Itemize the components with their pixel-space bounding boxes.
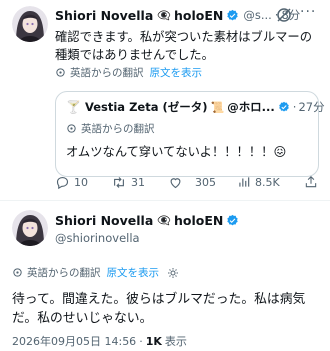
scroll-emoji: 📜	[210, 100, 225, 114]
translation-row: 英語からの翻訳 原文を表示	[12, 265, 179, 280]
quote-text: オムツなんて穿いてないよ！！！！！😖	[66, 145, 287, 159]
translated-label: 英語からの翻訳	[70, 67, 144, 79]
tweet1-header: Shiori Novella 👁‍🗨 holoEN @s... · 8分	[55, 7, 300, 23]
heart-icon	[170, 178, 181, 189]
show-original-link[interactable]: 原文を表示	[150, 65, 203, 80]
author-handle[interactable]: @s...	[243, 8, 271, 22]
tweet-text: 待って。間違えた。彼らはブルマだった。私は病気だ。私のせいじゃない。	[12, 292, 306, 326]
retweet-button[interactable]: 31	[111, 175, 145, 190]
author-name[interactable]: Shiori Novella	[55, 213, 153, 228]
reply-icon	[56, 176, 69, 190]
author-name[interactable]: Shiori Novella	[55, 8, 153, 23]
translate-icon	[12, 267, 23, 278]
quote-header: 🍸 Vestia Zeta (ゼータ) 📜 @ホロ... · 27分	[66, 99, 325, 115]
quote-author-handle[interactable]: @ホロ...	[227, 99, 275, 115]
reply-count: 10	[74, 176, 88, 189]
like-count: 305	[195, 176, 216, 189]
settings-icon[interactable]	[167, 267, 179, 279]
tweet2-header: Shiori Novella 👁‍🗨 holoEN	[55, 213, 239, 228]
retweet-icon	[114, 177, 124, 188]
views-button[interactable]: 8.5K	[237, 175, 280, 189]
grok-icon[interactable]	[275, 6, 293, 28]
translate-icon	[55, 67, 66, 78]
quote-translated-label: 英語からの翻訳	[81, 123, 155, 135]
translate-icon	[66, 123, 77, 134]
tweet-text: 確認できます。私が突ついた素材はブルマーの種類ではありませんでした。	[55, 30, 313, 62]
show-original-link[interactable]: 原文を表示	[107, 265, 160, 280]
share-button[interactable]	[304, 175, 322, 189]
avatar[interactable]	[12, 210, 48, 246]
tweet-meta: 2026年09月05日 14:56 · 1K 表示	[12, 333, 187, 349]
eye-emoji: 👁‍🗨	[157, 214, 171, 227]
cocktail-emoji: 🍸	[66, 100, 81, 114]
translation-row: 英語からの翻訳 原文を表示	[55, 65, 202, 80]
author-name-suffix[interactable]: holoEN	[174, 8, 223, 23]
reply-button[interactable]: 10	[55, 175, 88, 190]
meta-separator: ·	[139, 334, 143, 348]
analytics-icon	[239, 177, 250, 187]
views-label: 表示	[164, 335, 187, 348]
views-number: 1K	[145, 334, 162, 348]
retweet-count: 31	[131, 176, 145, 189]
quote-translation-row: 英語からの翻訳	[66, 121, 155, 136]
quote-time[interactable]: 27分	[298, 99, 324, 115]
translated-label: 英語からの翻訳	[27, 267, 101, 279]
verified-badge-icon	[226, 9, 239, 22]
avatar[interactable]	[12, 6, 48, 42]
views-count: 8.5K	[255, 175, 280, 189]
quoted-tweet[interactable]: 🍸 Vestia Zeta (ゼータ) 📜 @ホロ... · 27分 英語からの…	[55, 91, 325, 177]
more-options-icon[interactable]: ···	[300, 4, 316, 20]
eye-emoji: 👁‍🗨	[157, 8, 171, 22]
tweet-timestamp[interactable]: 2026年09月05日 14:56	[12, 333, 136, 349]
verified-badge-icon	[278, 101, 290, 113]
author-handle[interactable]: @shiorinovella	[55, 231, 140, 245]
author-name-suffix[interactable]: holoEN	[174, 213, 223, 228]
quote-author-name[interactable]: Vestia Zeta (ゼータ)	[85, 99, 208, 115]
like-button[interactable]: 305	[168, 175, 216, 190]
quote-time-separator: ·	[292, 100, 297, 114]
divider	[0, 200, 330, 201]
share-icon	[305, 176, 317, 188]
verified-badge-icon	[226, 214, 239, 227]
